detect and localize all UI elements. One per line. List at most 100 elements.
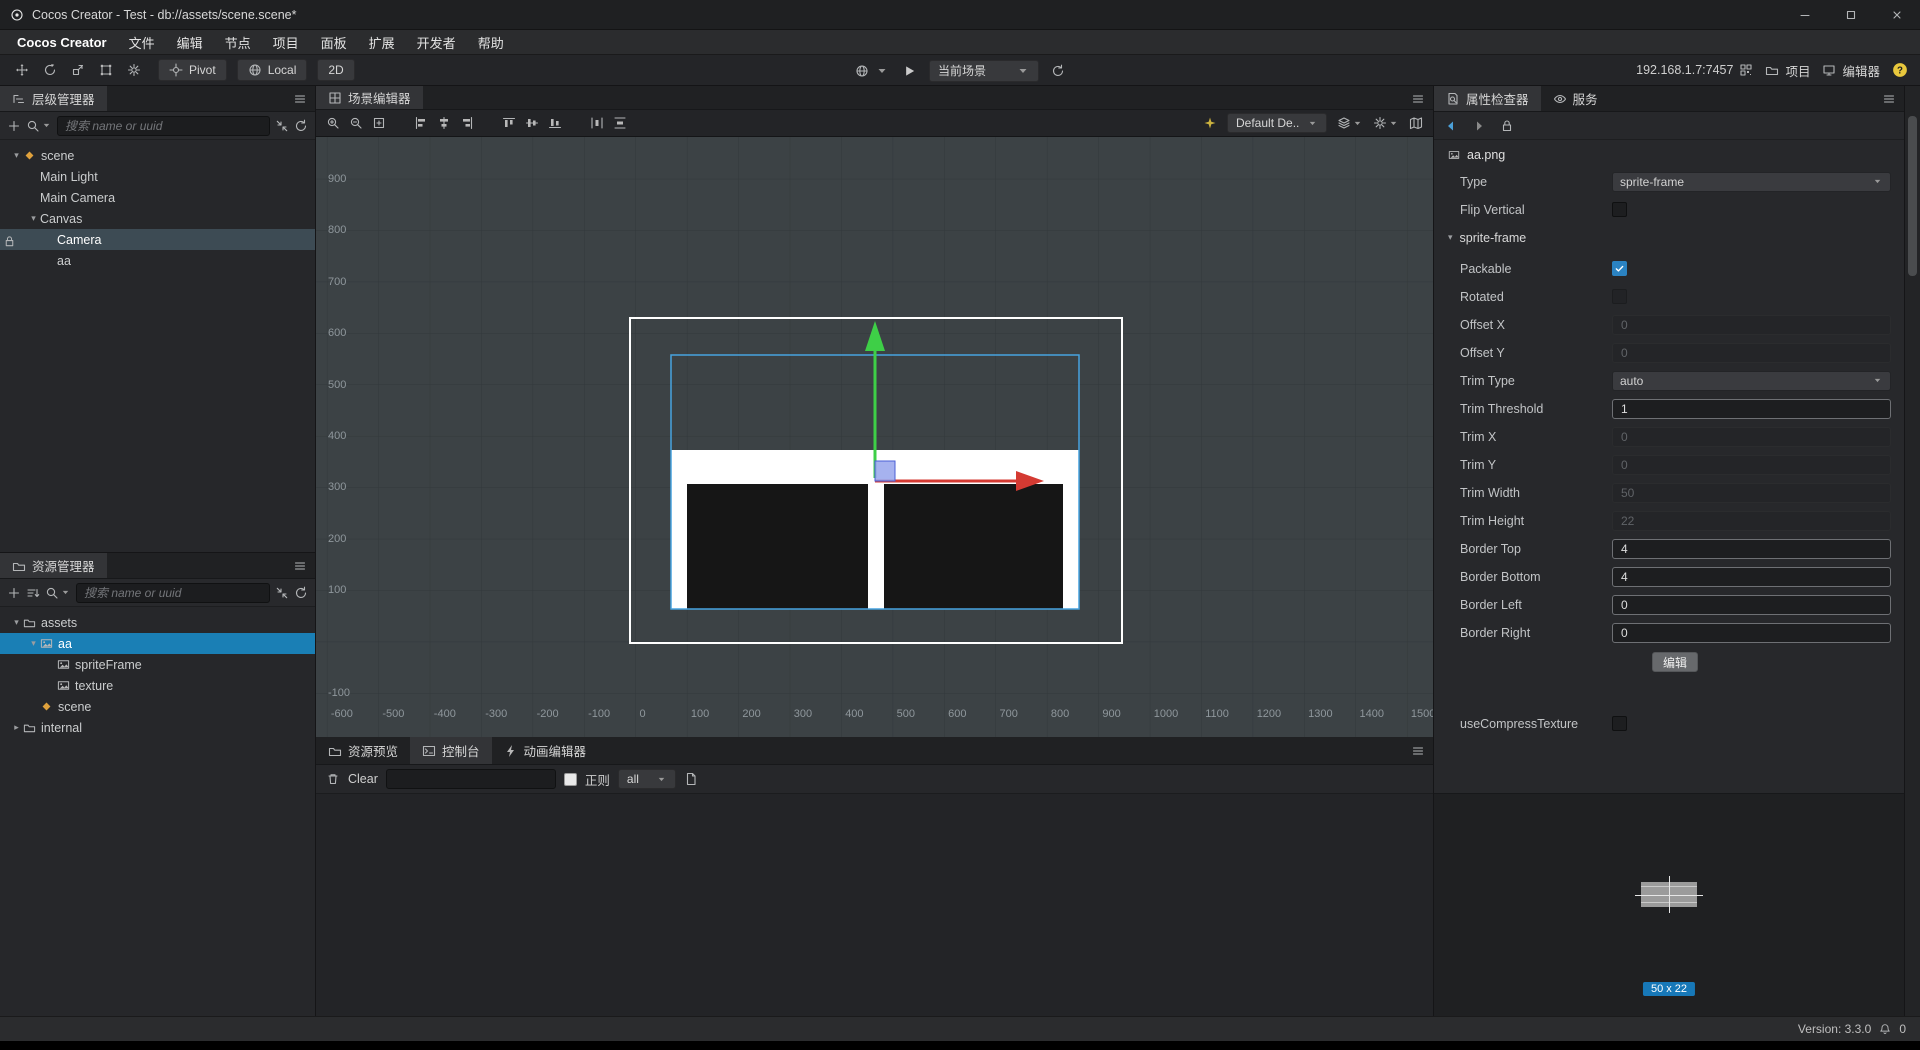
inspector-scrollbar[interactable] [1905,86,1920,1016]
asset-node-internal[interactable]: ▸ internal [0,717,315,738]
caret-down-icon[interactable]: ▾ [27,638,40,649]
offset-x-input[interactable] [1612,314,1891,335]
trash-icon[interactable] [326,772,340,786]
caret-down-icon[interactable]: ▾ [10,617,23,628]
asset-node-texture[interactable]: texture [0,675,315,696]
trim-threshold-input[interactable] [1612,398,1891,419]
close-button[interactable] [1874,0,1920,30]
refresh-icon[interactable] [294,586,308,600]
edit-button[interactable]: 编辑 [1652,652,1698,672]
asset-node-scene[interactable]: scene [0,696,315,717]
preview-platform-button[interactable] [855,64,889,78]
hamburger-icon[interactable] [1411,744,1425,758]
console-log-area[interactable] [316,794,1433,1016]
hierarchy-node-main-camera[interactable]: Main Camera [0,187,315,208]
open-editor-button[interactable]: 编辑器 [1822,61,1880,80]
scene-select-dropdown[interactable]: 当前场景 [929,59,1039,82]
section-sprite-frame[interactable]: ▾ sprite-frame [1448,226,1891,249]
border-bottom-input[interactable] [1612,566,1891,587]
gizmo-xy-handle[interactable] [874,460,896,482]
menu-item-开发者[interactable]: 开发者 [406,30,467,55]
collapse-icon[interactable] [275,119,289,133]
maximize-button[interactable] [1828,0,1874,30]
menu-item-面板[interactable]: 面板 [310,30,358,55]
arrow-left-icon[interactable] [1444,119,1458,133]
pivot-button[interactable]: Pivot [158,59,227,81]
menu-item-编辑[interactable]: 编辑 [166,30,214,55]
zoom-out-button[interactable] [349,116,363,130]
log-filter-dropdown[interactable]: all [617,769,676,789]
hamburger-icon[interactable] [293,559,307,573]
align-bottom-button[interactable] [548,116,562,130]
flip-vertical-checkbox[interactable] [1612,202,1627,217]
regex-checkbox[interactable] [563,772,577,786]
open-project-button[interactable]: 项目 [1765,61,1810,80]
hierarchy-node-main-light[interactable]: Main Light [0,166,315,187]
refresh-scene-button[interactable] [1051,64,1065,78]
packable-checkbox[interactable] [1612,261,1627,276]
align-top-button[interactable] [502,116,516,130]
trim-y-input[interactable] [1612,454,1891,475]
scene-canvas[interactable] [316,137,1434,737]
play-button[interactable] [901,63,917,79]
tab-assets[interactable]: 资源管理器 [0,553,107,578]
collapse-icon[interactable] [275,586,289,600]
caret-down-icon[interactable]: ▾ [10,150,23,161]
border-left-input[interactable] [1612,594,1891,615]
mode-2d-button[interactable]: 2D [317,59,355,81]
menu-item-项目[interactable]: 项目 [262,30,310,55]
clear-button[interactable]: Clear [348,772,378,786]
trim-type-dropdown[interactable]: auto [1612,370,1891,391]
hierarchy-search-filter[interactable] [26,119,52,133]
scene-view[interactable]: 900 800 700 600 500 400 300 200 100 -100 -600 -500… [316,137,1434,737]
caret-right-icon[interactable]: ▸ [10,722,23,733]
distribute-v-button[interactable] [613,116,627,130]
console-search-input[interactable] [385,769,556,789]
menu-item-帮助[interactable]: 帮助 [467,30,515,55]
trim-x-input[interactable] [1612,426,1891,447]
hamburger-icon[interactable] [1882,92,1896,106]
scale-tool-button[interactable] [71,63,85,77]
sort-icon[interactable] [26,586,40,600]
trim-width-input[interactable] [1612,482,1891,503]
offset-y-input[interactable] [1612,342,1891,363]
zoom-in-button[interactable] [326,116,340,130]
rotated-checkbox[interactable] [1612,289,1627,304]
hierarchy-node-scene[interactable]: ▾ scene [0,145,315,166]
file-icon[interactable] [684,772,698,786]
qr-icon[interactable] [1739,63,1753,77]
lock-icon[interactable] [1500,119,1514,133]
menu-item-节点[interactable]: 节点 [214,30,262,55]
trim-height-input[interactable] [1612,510,1891,531]
assets-search-filter[interactable] [45,586,71,600]
border-right-input[interactable] [1612,622,1891,643]
scrollbar-thumb[interactable] [1908,116,1917,276]
rotate-tool-button[interactable] [43,63,57,77]
hierarchy-search-input[interactable] [57,115,270,136]
bell-icon[interactable] [1879,1023,1891,1035]
type-dropdown[interactable]: sprite-frame [1612,171,1891,192]
layers-dropdown[interactable] [1337,116,1363,130]
help-icon[interactable]: ? [1892,62,1908,78]
move-tool-button[interactable] [15,63,29,77]
tab-控制台[interactable]: 控制台 [410,737,492,764]
align-center-v-button[interactable] [525,116,539,130]
align-center-h-button[interactable] [437,116,451,130]
asset-node-assets[interactable]: ▾ assets [0,612,315,633]
rect-tool-button[interactable] [99,63,113,77]
asset-node-spriteframe[interactable]: spriteFrame [0,654,315,675]
menu-brand[interactable]: Cocos Creator [6,30,118,55]
minimize-button[interactable] [1782,0,1828,30]
usecompresstexture-checkbox[interactable] [1612,716,1627,731]
tab-服务[interactable]: 服务 [1541,86,1610,111]
plus-icon[interactable] [7,119,21,133]
local-button[interactable]: Local [236,59,308,81]
gizmo-preset-dropdown[interactable]: Default De... [1227,113,1327,133]
zoom-reset-button[interactable] [372,116,386,130]
tab-属性检查器[interactable]: 属性检查器 [1434,86,1541,111]
align-left-button[interactable] [414,116,428,130]
hierarchy-node-aa[interactable]: aa [0,250,315,271]
tab-hierarchy[interactable]: 层级管理器 [0,86,107,111]
refresh-icon[interactable] [294,119,308,133]
asset-node-aa[interactable]: ▾ aa [0,633,315,654]
